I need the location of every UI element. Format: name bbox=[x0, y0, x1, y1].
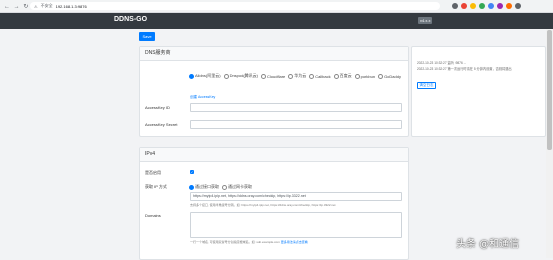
dns-provider-label: Dnspod(腾讯云) bbox=[229, 73, 259, 78]
dns-provider-label: Cloudflare bbox=[267, 73, 286, 79]
extension-icon[interactable] bbox=[452, 3, 458, 9]
dns-provider-label: Alidns(阿里云) bbox=[195, 73, 221, 78]
security-label: 不安全 bbox=[40, 3, 53, 8]
radio-button[interactable] bbox=[189, 73, 194, 79]
dns-provider-label: 华为云 bbox=[294, 73, 307, 78]
ipv4-card-title: IPv4 bbox=[140, 148, 408, 162]
dns-provider-label: Callback bbox=[315, 73, 331, 79]
ip-method-label-text: 通过网卡获取 bbox=[228, 184, 252, 189]
radio-button[interactable] bbox=[223, 73, 229, 79]
warning-icon: ⚠ bbox=[34, 3, 38, 9]
radio-button[interactable] bbox=[261, 73, 267, 79]
extension-icon[interactable] bbox=[515, 3, 521, 9]
radio-button[interactable] bbox=[288, 73, 294, 79]
log-panel: 2022-10-23 10:32:27 监听 :9876 ... 2022-10… bbox=[411, 46, 546, 137]
domains-textarea[interactable] bbox=[190, 212, 402, 238]
extension-icon[interactable] bbox=[488, 3, 494, 9]
domains-hint-text: 一行一个域名, 可使用双冒号分割指定根域名。如: sub.example.com bbox=[190, 240, 281, 244]
radio-button[interactable] bbox=[222, 184, 227, 190]
radio-button[interactable] bbox=[333, 73, 339, 79]
extension-icon[interactable] bbox=[497, 3, 503, 9]
log-line: 2022-10-23 10:32:27 第一次运行时请在 5 分钟内设置，否则将… bbox=[417, 67, 512, 71]
domains-more-link[interactable]: 更多用法请点击查看 bbox=[281, 240, 308, 244]
extension-icon[interactable] bbox=[506, 3, 512, 9]
ip-method-option[interactable]: 通过接口获取 bbox=[189, 184, 219, 190]
save-button[interactable]: Save bbox=[139, 32, 155, 41]
ipv4-url-input[interactable]: https://myip4.ipip.net, https://ddns.ora… bbox=[190, 192, 402, 201]
address-bar[interactable]: ⚠ 不安全 192.168.1.3:9876 bbox=[30, 2, 440, 10]
extension-icon[interactable] bbox=[479, 3, 485, 9]
ipv4-card: IPv4 是否启用 ✓ 获取 IP 方式 通过接口获取 通过网卡获取 https:… bbox=[139, 147, 409, 260]
dns-provider-options: Alidns(阿里云) Dnspod(腾讯云) Cloudflare 华为云 Callb… bbox=[189, 73, 404, 79]
dns-provider-label: 百度云 bbox=[339, 73, 352, 78]
accesskey-id-input[interactable] bbox=[190, 103, 402, 112]
radio-button[interactable] bbox=[378, 73, 384, 79]
clear-log-button[interactable]: 清空日志 bbox=[417, 82, 436, 89]
browser-toolbar: ← → ↻ ⚠ 不安全 192.168.1.3:9876 bbox=[0, 0, 553, 13]
accesskey-secret-input[interactable] bbox=[190, 120, 402, 129]
ip-method-option[interactable]: 通过网卡获取 bbox=[222, 184, 252, 190]
page-scrollbar-thumb[interactable] bbox=[547, 30, 552, 150]
domains-hint: 一行一个域名, 可使用双冒号分割指定根域名。如: sub.example.com… bbox=[190, 240, 308, 244]
dns-provider-option[interactable]: porkbun bbox=[354, 73, 376, 79]
dns-provider-option[interactable]: Dnspod(腾讯云) bbox=[223, 73, 259, 79]
dns-card-title: DNS服务商 bbox=[140, 47, 408, 61]
radio-button[interactable] bbox=[354, 73, 360, 79]
watermark-text: 头条 @和通信 bbox=[456, 239, 520, 250]
ip-method-label-text: 通过接口获取 bbox=[195, 184, 219, 189]
ipv4-enabled-label: 是否启用 bbox=[145, 170, 161, 175]
dns-provider-option[interactable]: Alidns(阿里云) bbox=[189, 73, 221, 79]
domains-label: Domains bbox=[145, 213, 161, 218]
dns-provider-option[interactable]: 华为云 bbox=[288, 73, 306, 79]
dns-provider-card: DNS服务商 Alidns(阿里云) Dnspod(腾讯云) Cloudflare 华… bbox=[139, 46, 409, 137]
accesskey-id-label: AccessKey ID bbox=[145, 105, 170, 110]
version-badge: v4.x.x bbox=[418, 17, 433, 24]
url-text: 192.168.1.3:9876 bbox=[55, 3, 87, 9]
accesskey-secret-label: AccessKey Secret bbox=[145, 122, 178, 127]
app-navbar: DDNS-GO v4.x.x bbox=[0, 13, 553, 29]
url-hint: 支持多个接口, 使用半角逗号分隔。如: https://myip4.ipip.n… bbox=[190, 203, 336, 207]
dns-provider-label: porkbun bbox=[360, 73, 376, 79]
ip-method-label: 获取 IP 方式 bbox=[145, 184, 167, 189]
radio-button[interactable] bbox=[309, 73, 315, 79]
dns-provider-option[interactable]: Cloudflare bbox=[261, 73, 285, 79]
radio-button[interactable] bbox=[189, 184, 194, 190]
log-line: 2022-10-23 10:32:27 监听 :9876 ... bbox=[417, 61, 467, 65]
extension-icon[interactable] bbox=[470, 3, 476, 9]
dns-provider-option[interactable]: Callback bbox=[309, 73, 331, 79]
ipv4-enabled-checkbox[interactable]: ✓ bbox=[190, 170, 194, 174]
dns-provider-option[interactable]: 百度云 bbox=[333, 73, 352, 79]
extension-icons bbox=[452, 3, 521, 9]
brand-title: DDNS-GO bbox=[114, 16, 148, 23]
extension-icon[interactable] bbox=[461, 3, 467, 9]
browser-nav-icons[interactable]: ← → ↻ bbox=[4, 3, 29, 10]
dns-provider-label: GoDaddy bbox=[384, 73, 401, 79]
dns-provider-option[interactable]: GoDaddy bbox=[378, 73, 401, 79]
create-accesskey-link[interactable]: 创建 AccessKey bbox=[190, 95, 215, 100]
ip-method-options: 通过接口获取 通过网卡获取 bbox=[189, 184, 255, 190]
